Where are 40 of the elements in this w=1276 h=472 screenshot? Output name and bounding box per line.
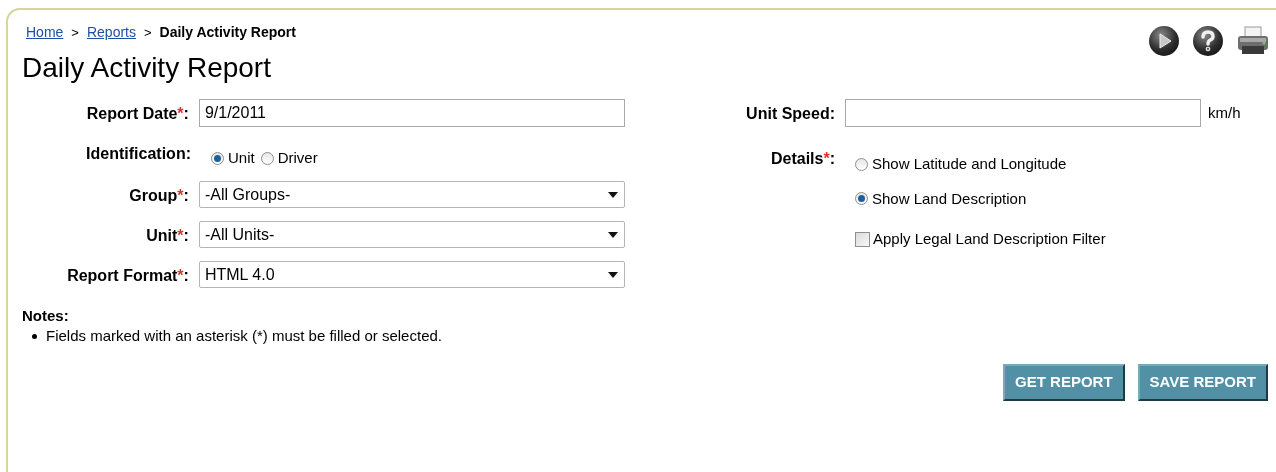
- report-button[interactable]: GET REPORT: [1003, 363, 1125, 401]
- radio-button[interactable]: [260, 152, 274, 165]
- input-field[interactable]: [845, 99, 1201, 127]
- unit-label: km/h: [1208, 102, 1241, 123]
- radio-label: Show Latitude and Longitude: [872, 154, 1067, 174]
- field-label: Details*:: [770, 149, 835, 169]
- report-button[interactable]: SAVE REPORT: [1137, 363, 1268, 401]
- field-label: Report Date*:: [86, 104, 189, 124]
- breadcrumb-link[interactable]: Home: [26, 22, 64, 43]
- page-title: Daily Activity Report: [22, 51, 272, 85]
- radio-button[interactable]: [211, 152, 224, 165]
- caret-icon: [608, 271, 618, 278]
- caret-icon: [608, 231, 618, 238]
- input-field[interactable]: 9/1/2011: [198, 99, 625, 127]
- notes-heading: Notes:: [22, 307, 70, 325]
- breadcrumb-current: Daily Activity Report: [159, 23, 296, 42]
- field-label: Unit Speed:: [746, 104, 835, 124]
- field-label: Identification:: [86, 144, 191, 164]
- dropdown[interactable]: -All Units-: [198, 221, 625, 248]
- radio-label: Driver: [277, 148, 318, 169]
- printer-icon[interactable]: [1236, 25, 1270, 57]
- radio-button[interactable]: [855, 192, 868, 206]
- radio-button[interactable]: [855, 157, 868, 171]
- breadcrumb-separator: >: [144, 23, 152, 42]
- bullet-icon: [32, 333, 37, 339]
- breadcrumb-link[interactable]: Reports: [86, 22, 136, 43]
- field-label: Group*:: [129, 186, 189, 206]
- field-label: Report Format*:: [67, 266, 189, 286]
- caret-icon: [608, 191, 618, 198]
- dropdown[interactable]: HTML 4.0: [198, 261, 625, 288]
- breadcrumb-separator: >: [71, 23, 79, 42]
- checkbox-label: Apply Legal Land Description Filter: [873, 229, 1106, 249]
- note-text: Fields marked with an asterisk (*) must be filled or selected.: [46, 326, 442, 346]
- radio-label: Unit: [228, 148, 255, 169]
- field-label: Unit*:: [146, 226, 189, 246]
- dropdown[interactable]: -All Groups-: [198, 181, 625, 208]
- checkbox[interactable]: [855, 231, 870, 247]
- help-icon[interactable]: [1192, 25, 1224, 57]
- play-icon[interactable]: [1148, 25, 1180, 57]
- radio-label: Show Land Description: [872, 188, 1027, 209]
